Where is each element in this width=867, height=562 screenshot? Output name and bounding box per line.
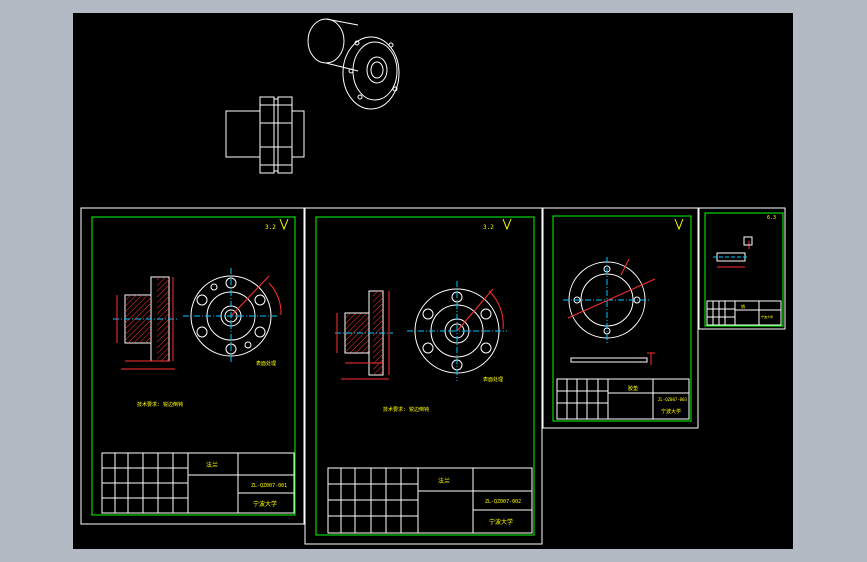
roughness-check-icon <box>279 218 289 231</box>
pin-view[interactable] <box>713 236 753 268</box>
flange-front-view[interactable] <box>183 268 282 364</box>
drawing-canvas: 3.2 表面处理 技术要求: 锐边倒钝 法兰 ZL-QZ007-001 宁波大学… <box>80 18 786 545</box>
cad-viewport[interactable]: 3.2 表面处理 技术要求: 锐边倒钝 法兰 ZL-QZ007-001 宁波大学… <box>73 13 793 549</box>
sheet-1-notes: 技术要求: 锐边倒钝 <box>137 401 183 408</box>
company-name: 宁波大学 <box>661 408 681 415</box>
coupling-side-view[interactable] <box>225 96 305 174</box>
part-name: 销 <box>741 303 745 309</box>
flange-section-view[interactable] <box>335 290 393 380</box>
coupling-3d-model[interactable] <box>307 18 400 110</box>
flange-front-view[interactable] <box>407 281 507 381</box>
part-name: 胶垫 <box>628 385 638 392</box>
flange-section-view[interactable] <box>113 276 177 370</box>
drawing-sheet-2[interactable]: 3.2 表面处理 技术要求: 锐边倒钝 法兰 ZL-QZ007-002 宁波大学 <box>304 207 543 545</box>
part-name: 法兰 <box>438 477 450 485</box>
roughness-check-icon <box>674 218 684 231</box>
drawing-sheet-3[interactable]: 胶垫 ZL-QZ007-003 宁波大学 <box>542 207 699 429</box>
roughness-symbol: 6.3 <box>767 215 776 221</box>
company-name: 宁波大学 <box>489 518 513 526</box>
flange-side-notes: 表面处理 <box>483 376 503 383</box>
flange-side-notes: 表面处理 <box>256 360 276 367</box>
sheet-2-notes: 技术要求: 锐边倒钝 <box>383 406 429 413</box>
gasket-front-view[interactable] <box>563 257 656 343</box>
part-name: 法兰 <box>206 461 218 469</box>
roughness-symbol: 3.2 <box>265 224 276 231</box>
drawing-number: ZL-QZ007-001 <box>251 483 287 489</box>
drawing-sheet-4[interactable]: 6.3 销 宁波大学 <box>698 207 786 330</box>
drawing-number: ZL-QZ007-002 <box>485 499 521 505</box>
gasket-side-view[interactable] <box>570 352 655 365</box>
drawing-number: ZL-QZ007-003 <box>658 397 687 402</box>
drawing-sheet-1[interactable]: 3.2 表面处理 技术要求: 锐边倒钝 法兰 ZL-QZ007-001 宁波大学 <box>80 207 305 525</box>
company-name: 宁波大学 <box>761 314 773 319</box>
company-name: 宁波大学 <box>253 500 277 508</box>
roughness-check-icon <box>502 218 512 231</box>
roughness-symbol: 3.2 <box>483 224 494 231</box>
